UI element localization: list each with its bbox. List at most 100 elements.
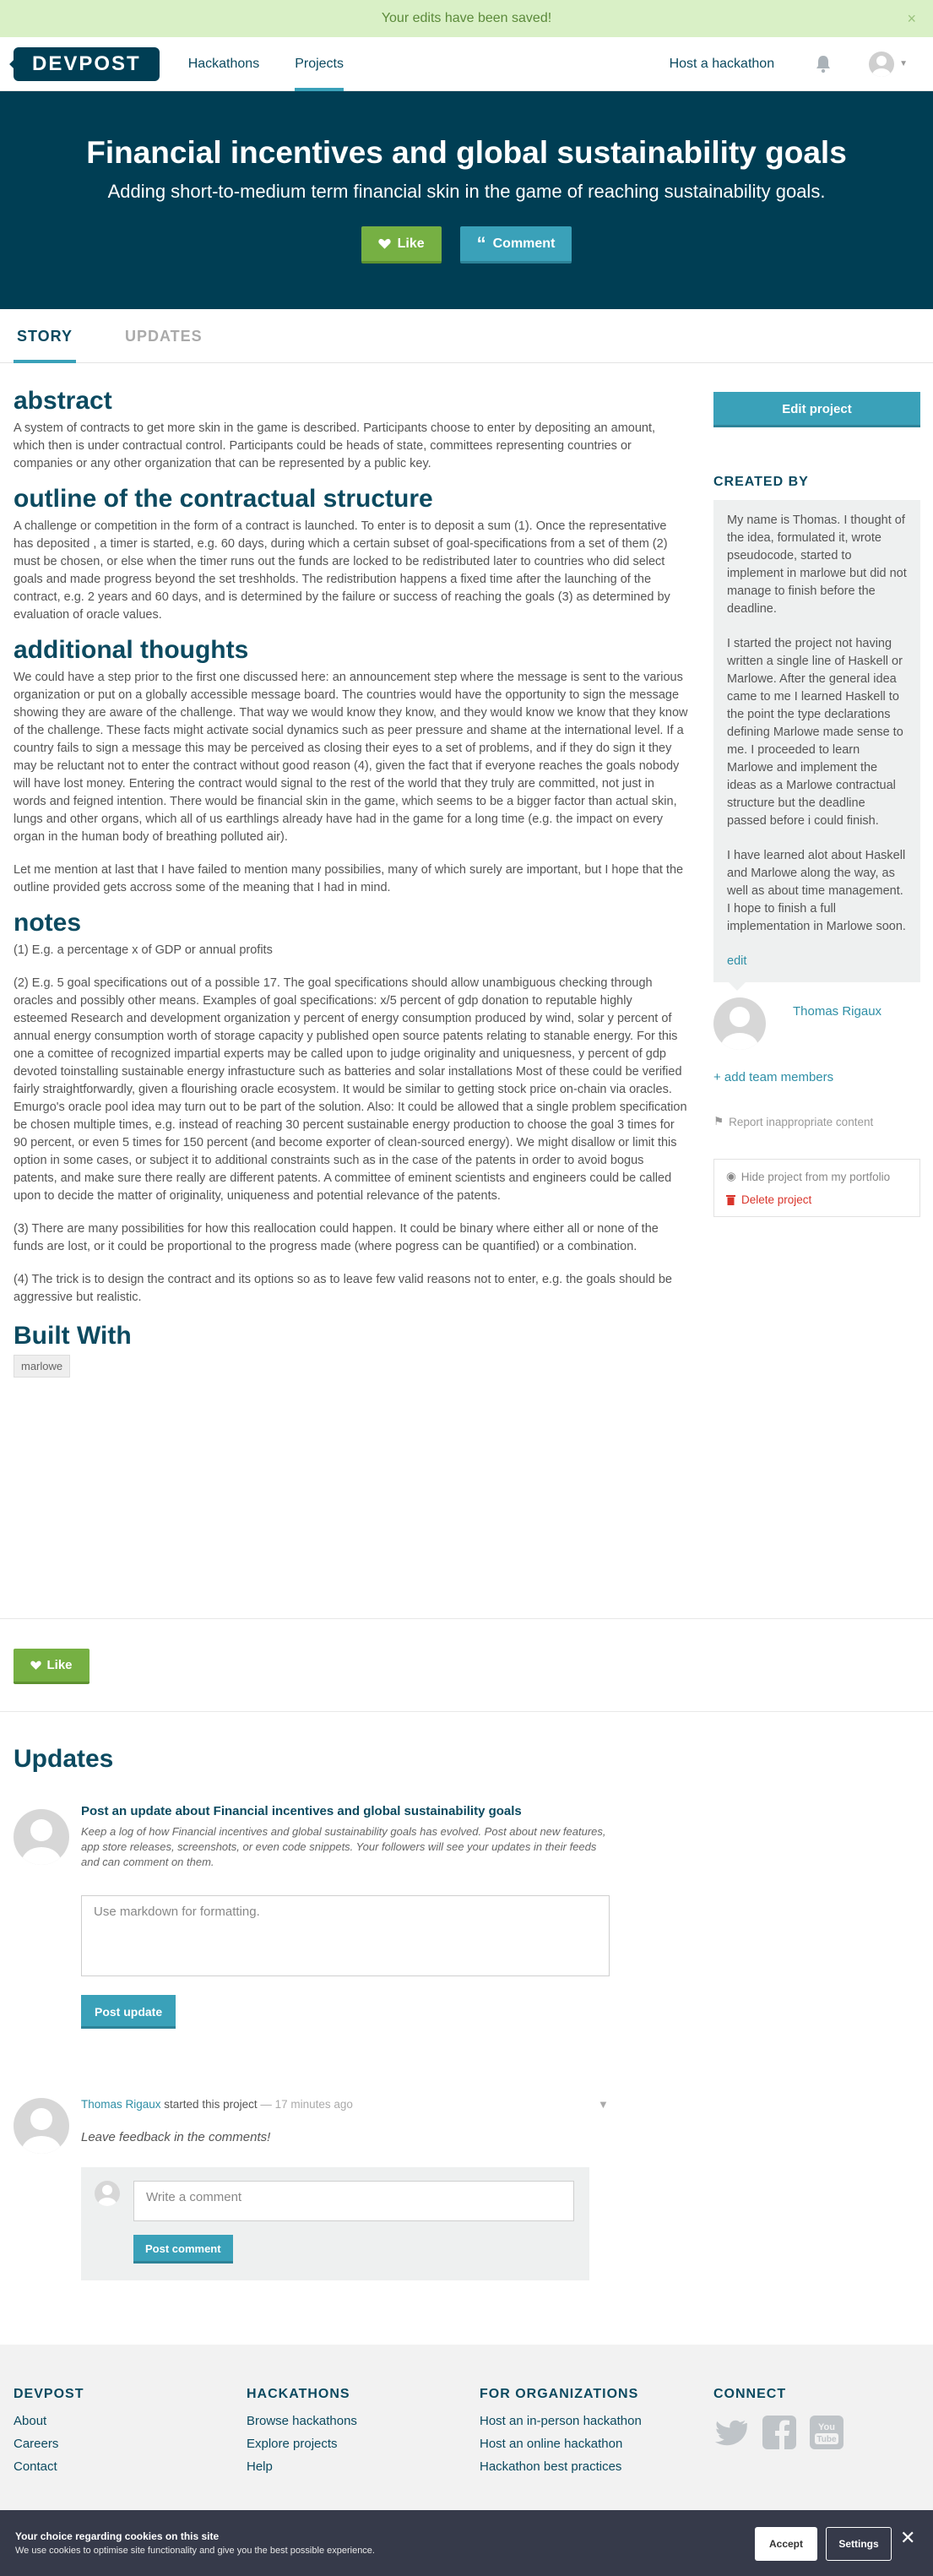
like-button[interactable]: Like bbox=[361, 226, 442, 264]
footer-heading: CONNECT bbox=[713, 2387, 787, 2401]
footer-col-connect: CONNECT You Tube bbox=[713, 2387, 845, 2451]
close-icon[interactable]: × bbox=[907, 0, 916, 37]
bio-paragraph: My name is Thomas. I thought of the idea… bbox=[727, 514, 907, 616]
created-by-heading: CREATED BY bbox=[713, 475, 809, 489]
note-1: (1) E.g. a percentage x of GDP or annual… bbox=[14, 943, 273, 957]
thoughts-text-2: Let me mention at last that I have faile… bbox=[14, 863, 684, 894]
report-link[interactable]: ⚑ Report inappropriate content bbox=[713, 1115, 920, 1128]
delete-project-link[interactable]: Delete project bbox=[726, 1193, 908, 1206]
note-3: (3) There are many possibilities for how… bbox=[14, 1222, 659, 1253]
footer-heading: FOR ORGANIZATIONS bbox=[480, 2387, 639, 2401]
divider bbox=[0, 1618, 933, 1619]
youtube-icon[interactable]: You Tube bbox=[808, 2414, 845, 2451]
comment-button[interactable]: “ Comment bbox=[459, 226, 572, 264]
abstract-heading: abstract bbox=[14, 387, 112, 415]
avatar bbox=[14, 1809, 69, 1865]
edit-project-button[interactable]: Edit project bbox=[713, 392, 920, 427]
post-update-title: Post an update about Financial incentive… bbox=[81, 1804, 522, 1818]
footer-link-explore[interactable]: Explore projects bbox=[247, 2437, 357, 2451]
story-content: abstract A system of contracts to get mo… bbox=[14, 387, 689, 1378]
accept-cookies-button[interactable]: Accept bbox=[755, 2527, 817, 2561]
note-2: (2) E.g. 5 goal specifications out of a … bbox=[14, 976, 687, 1203]
footer-link-browse[interactable]: Browse hackathons bbox=[247, 2414, 357, 2428]
team-member: Thomas Rigaux bbox=[713, 997, 920, 1050]
member-name-link[interactable]: Thomas Rigaux bbox=[793, 1004, 881, 1019]
logo-diamond bbox=[9, 55, 26, 73]
bio-paragraph: I started the project not having written… bbox=[727, 637, 903, 828]
flash-text: Your edits have been saved! bbox=[381, 11, 552, 25]
report-label: Report inappropriate content bbox=[729, 1115, 874, 1128]
post-update-button[interactable]: Post update bbox=[81, 1995, 176, 2029]
project-tagline: Adding short-to-medium term financial sk… bbox=[107, 181, 826, 202]
facebook-icon[interactable] bbox=[761, 2414, 798, 2451]
activity-action: started this project bbox=[160, 2098, 261, 2111]
footer-link-about[interactable]: About bbox=[14, 2414, 84, 2428]
project-hero: Financial incentives and global sustaina… bbox=[0, 91, 933, 309]
flag-icon: ⚑ bbox=[713, 1115, 724, 1128]
comment-form: Write a comment Post comment bbox=[81, 2167, 589, 2280]
add-team-members-link[interactable]: + add team members bbox=[713, 1070, 920, 1084]
note-4: (4) The trick is to design the contract … bbox=[14, 1273, 672, 1304]
activity-time: — 17 minutes ago bbox=[260, 2098, 353, 2111]
footer-link-help[interactable]: Help bbox=[247, 2459, 357, 2474]
bell-icon[interactable] bbox=[815, 55, 832, 73]
edit-bio-link[interactable]: edit bbox=[727, 954, 746, 968]
chevron-down-icon: ▼ bbox=[899, 59, 908, 68]
eye-icon: ◉ bbox=[726, 1170, 736, 1182]
abstract-text: A system of contracts to get more skin i… bbox=[14, 421, 656, 470]
cookie-text: We use cookies to optimise site function… bbox=[15, 2546, 375, 2556]
user-menu[interactable]: ▼ bbox=[869, 51, 908, 77]
quote-icon: “ bbox=[476, 232, 486, 254]
project-management-box: ◉ Hide project from my portfolio Delete … bbox=[713, 1159, 920, 1217]
svg-text:Tube: Tube bbox=[816, 2435, 837, 2444]
logo-text: DEVPOST bbox=[32, 52, 141, 75]
svg-text:You: You bbox=[818, 2422, 835, 2432]
activity-user-link[interactable]: Thomas Rigaux bbox=[81, 2098, 161, 2111]
footer-link-careers[interactable]: Careers bbox=[14, 2437, 84, 2451]
hide-project-link[interactable]: ◉ Hide project from my portfolio bbox=[726, 1170, 908, 1183]
updates-heading: Updates bbox=[14, 1745, 114, 1773]
footer-link-in-person[interactable]: Host an in-person hackathon bbox=[480, 2414, 642, 2428]
post-update-description: Keep a log of how Financial incentives a… bbox=[81, 1825, 606, 1868]
thoughts-heading: additional thoughts bbox=[14, 636, 249, 664]
close-icon[interactable]: ✕ bbox=[900, 2527, 915, 2549]
heart-icon bbox=[377, 238, 391, 249]
activity-line: Thomas Rigaux started this project — 17 … bbox=[81, 2098, 353, 2111]
bio-paragraph: I have learned alot about Haskell and Ma… bbox=[727, 849, 906, 933]
flash-message: Your edits have been saved! × bbox=[0, 0, 933, 37]
host-hackathon-link[interactable]: Host a hackathon bbox=[670, 57, 775, 72]
devpost-logo[interactable]: DEVPOST bbox=[9, 46, 160, 81]
nav-link-projects[interactable]: Projects bbox=[295, 37, 344, 91]
avatar[interactable] bbox=[713, 997, 766, 1050]
footer-link-online[interactable]: Host an online hackathon bbox=[480, 2437, 642, 2451]
outline-text: A challenge or competition in the form o… bbox=[14, 519, 670, 622]
top-nav: DEVPOST Hackathons Projects Host a hacka… bbox=[0, 37, 933, 91]
avatar bbox=[95, 2181, 120, 2206]
like-label: Like bbox=[397, 236, 425, 251]
author-bio: My name is Thomas. I thought of the idea… bbox=[713, 500, 920, 991]
update-textarea[interactable]: Use markdown for formatting. bbox=[81, 1895, 610, 1976]
avatar-icon bbox=[869, 51, 895, 77]
heart-icon bbox=[30, 1660, 42, 1670]
outline-heading: outline of the contractual structure bbox=[14, 485, 433, 513]
chevron-down-icon[interactable]: ▼ bbox=[598, 2098, 609, 2111]
hide-project-label: Hide project from my portfolio bbox=[740, 1170, 891, 1183]
trash-icon bbox=[726, 1195, 735, 1205]
project-tabs: STORY UPDATES bbox=[0, 309, 933, 363]
cookie-settings-button[interactable]: Settings bbox=[826, 2527, 892, 2561]
footer-link-contact[interactable]: Contact bbox=[14, 2459, 84, 2474]
tab-updates[interactable]: UPDATES bbox=[125, 309, 203, 362]
like-button[interactable]: Like bbox=[14, 1649, 90, 1684]
comment-input[interactable]: Write a comment bbox=[133, 2181, 574, 2221]
tab-story[interactable]: STORY bbox=[13, 309, 77, 363]
post-comment-button[interactable]: Post comment bbox=[133, 2235, 233, 2264]
footer-col-hackathons: HACKATHONS Browse hackathons Explore pro… bbox=[247, 2387, 357, 2482]
footer-col-organizations: FOR ORGANIZATIONS Host an in-person hack… bbox=[480, 2387, 642, 2482]
nav-link-hackathons[interactable]: Hackathons bbox=[188, 37, 260, 91]
built-with-heading: Built With bbox=[14, 1322, 132, 1350]
footer-link-best-practices[interactable]: Hackathon best practices bbox=[480, 2459, 642, 2474]
built-with-tag[interactable]: marlowe bbox=[14, 1355, 71, 1378]
twitter-icon[interactable] bbox=[713, 2414, 751, 2451]
project-title: Financial incentives and global sustaina… bbox=[86, 135, 847, 170]
updates-section: Updates Post an update about Financial i… bbox=[14, 1745, 689, 2280]
